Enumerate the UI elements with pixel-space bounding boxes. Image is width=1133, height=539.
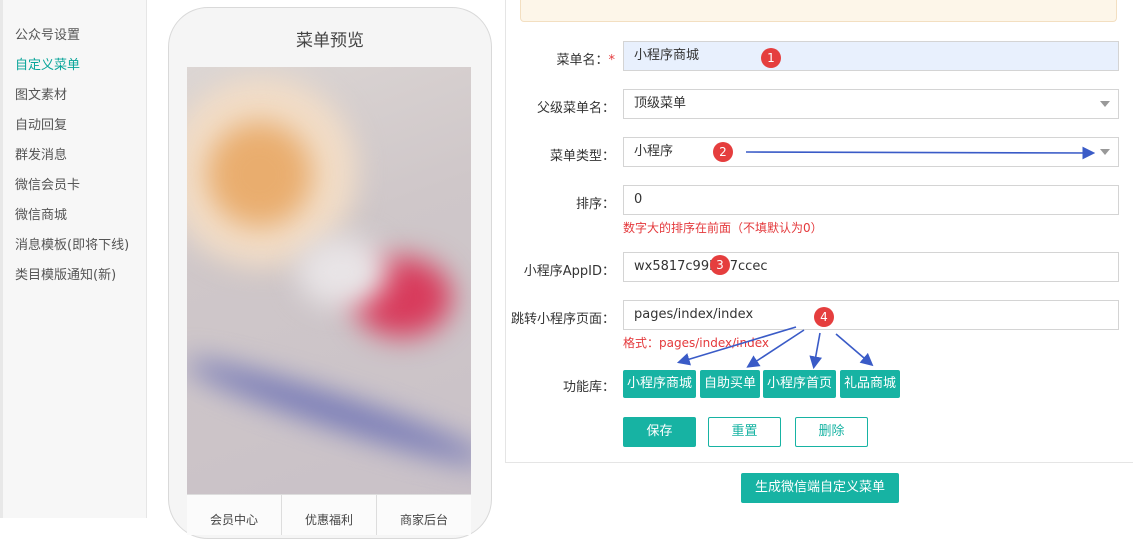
menu-type-label: 菜单类型： [549, 149, 615, 164]
save-button[interactable]: 保存 [623, 417, 696, 447]
preview-tab-merchant[interactable]: 商家后台 [377, 495, 471, 535]
annotation-badge-2: 2 [713, 142, 733, 162]
func-self-pay-button[interactable]: 自助买单 [700, 370, 761, 398]
sidebar-item-member-card[interactable]: 微信会员卡 [15, 174, 80, 193]
parent-menu-label: 父级菜单名： [536, 101, 615, 116]
func-mini-mall-button[interactable]: 小程序商城 [623, 370, 697, 398]
sort-label: 排序： [575, 197, 615, 212]
sidebar-edge [0, 0, 3, 518]
preview-menu-bar: 会员中心 优惠福利 商家后台 [187, 494, 471, 535]
notice-bar [520, 0, 1117, 22]
appid-input[interactable]: wx5817c99b2 7ccec [623, 252, 1119, 282]
parent-menu-value: 顶级菜单 [634, 96, 687, 111]
func-lib-label: 功能库： [562, 380, 615, 395]
annotation-badge-3: 3 [710, 255, 730, 275]
preview-title: 菜单预览 [296, 31, 364, 51]
parent-menu-select[interactable]: 顶级菜单 [623, 89, 1119, 119]
phone-preview: 菜单预览 会员中心 优惠福利 商家后台 [168, 7, 492, 539]
page-path-label: 跳转小程序页面： [510, 312, 615, 327]
preview-tab-member-center[interactable]: 会员中心 [187, 495, 282, 535]
annotation-badge-1: 1 [761, 48, 781, 68]
page-path-input[interactable]: pages/index/index [623, 300, 1119, 330]
sidebar-item-account-settings[interactable]: 公众号设置 [15, 24, 80, 43]
sidebar-item-message-template[interactable]: 消息模板(即将下线) [15, 234, 129, 253]
sort-input[interactable]: 0 [623, 185, 1119, 215]
page-path-hint: 格式：pages/index/index [623, 336, 769, 350]
func-mini-home-button[interactable]: 小程序首页 [763, 370, 837, 398]
preview-background-image [187, 67, 471, 495]
appid-label: 小程序AppID： [523, 264, 615, 279]
sidebar: 公众号设置 自定义菜单 图文素材 自动回复 群发消息 微信会员卡 微信商城 消息… [0, 0, 147, 518]
delete-button[interactable]: 删除 [795, 417, 868, 447]
required-mark: * [608, 53, 616, 68]
sidebar-item-auto-reply[interactable]: 自动回复 [15, 114, 67, 133]
sidebar-item-category-template[interactable]: 类目模版通知(新) [15, 264, 116, 283]
menu-name-input[interactable]: 小程序商城 [623, 41, 1119, 71]
menu-name-label: 菜单名：* [556, 53, 616, 68]
chevron-down-icon [1100, 149, 1110, 155]
menu-type-select[interactable]: 小程序 [623, 137, 1119, 167]
generate-menu-button[interactable]: 生成微信端自定义菜单 [741, 473, 899, 503]
sort-hint: 数字大的排序在前面（不填默认为0） [623, 221, 823, 235]
sidebar-item-media[interactable]: 图文素材 [15, 84, 67, 103]
sidebar-item-wechat-mall[interactable]: 微信商城 [15, 204, 67, 223]
preview-tab-benefits[interactable]: 优惠福利 [282, 495, 377, 535]
annotation-badge-4: 4 [814, 307, 834, 327]
chevron-down-icon [1100, 101, 1110, 107]
sidebar-item-custom-menu[interactable]: 自定义菜单 [15, 54, 80, 73]
func-gift-mall-button[interactable]: 礼品商城 [840, 370, 901, 398]
sidebar-item-broadcast[interactable]: 群发消息 [15, 144, 67, 163]
reset-button[interactable]: 重置 [708, 417, 781, 447]
menu-type-value: 小程序 [634, 144, 674, 159]
